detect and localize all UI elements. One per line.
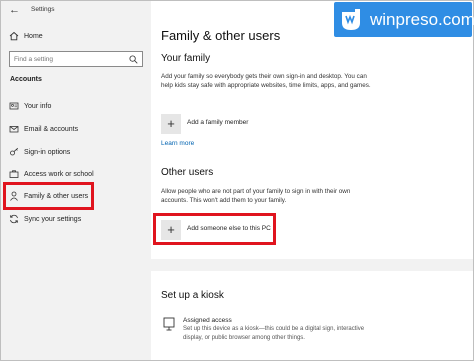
sidebar-item-sync-settings[interactable]: Sync your settings	[1, 211, 151, 229]
home-label: Home	[24, 33, 43, 40]
sidebar-item-label: Sign-in options	[24, 149, 71, 156]
kiosk-heading: Set up a kiosk	[161, 290, 224, 301]
search-icon	[129, 55, 138, 64]
key-icon	[10, 147, 19, 156]
home-icon	[9, 31, 19, 41]
person-card-icon	[9, 102, 19, 110]
your-family-description: Add your family so everybody gets their …	[161, 73, 371, 89]
assigned-access-description: Set up this device as a kiosk—this could…	[183, 326, 365, 341]
sidebar-item-your-info[interactable]: Your info	[1, 98, 151, 116]
sync-icon	[9, 214, 19, 224]
sidebar-item-label: Email & accounts	[24, 126, 79, 133]
page-title: Family & other users	[161, 28, 281, 43]
back-arrow-icon[interactable]: ←	[9, 4, 20, 16]
watermark-text: winpreso.com	[370, 10, 474, 29]
sidebar-item-label: Access work or school	[24, 171, 94, 178]
search-input[interactable]	[14, 54, 124, 64]
search-box[interactable]	[9, 51, 143, 67]
window-title: Settings	[31, 6, 55, 13]
add-family-member-button[interactable]: + Add a family member	[161, 114, 271, 136]
briefcase-icon	[9, 170, 19, 178]
other-users-heading: Other users	[161, 167, 214, 178]
sidebar-item-label: Sync your settings	[24, 216, 82, 223]
title-bar: ← Settings	[1, 1, 151, 21]
other-users-description: Allow people who are not part of your fa…	[161, 188, 351, 204]
section-header-accounts: Accounts	[10, 76, 42, 83]
plus-icon: +	[161, 114, 181, 134]
winpreso-logo-icon	[342, 9, 360, 30]
your-family-heading: Your family	[161, 53, 211, 64]
kiosk-icon	[163, 317, 175, 331]
home-nav-item[interactable]: Home	[1, 28, 151, 46]
section-divider	[151, 259, 473, 271]
email-icon	[9, 126, 19, 133]
sidebar: ← Settings Home Accounts Your info Email…	[1, 1, 151, 360]
watermark-badge: winpreso.com	[334, 2, 474, 37]
highlight-box-family-nav	[3, 182, 94, 210]
add-family-member-label: Add a family member	[187, 119, 249, 126]
main-content: Family & other users Your family Add you…	[151, 1, 473, 360]
sidebar-item-email-accounts[interactable]: Email & accounts	[1, 121, 151, 139]
sidebar-item-sign-in-options[interactable]: Sign-in options	[1, 144, 151, 162]
highlight-box-add-someone	[153, 213, 276, 245]
assigned-access-link[interactable]: Assigned access	[183, 317, 232, 324]
learn-more-link[interactable]: Learn more	[161, 140, 194, 147]
sidebar-item-label: Your info	[24, 103, 52, 110]
